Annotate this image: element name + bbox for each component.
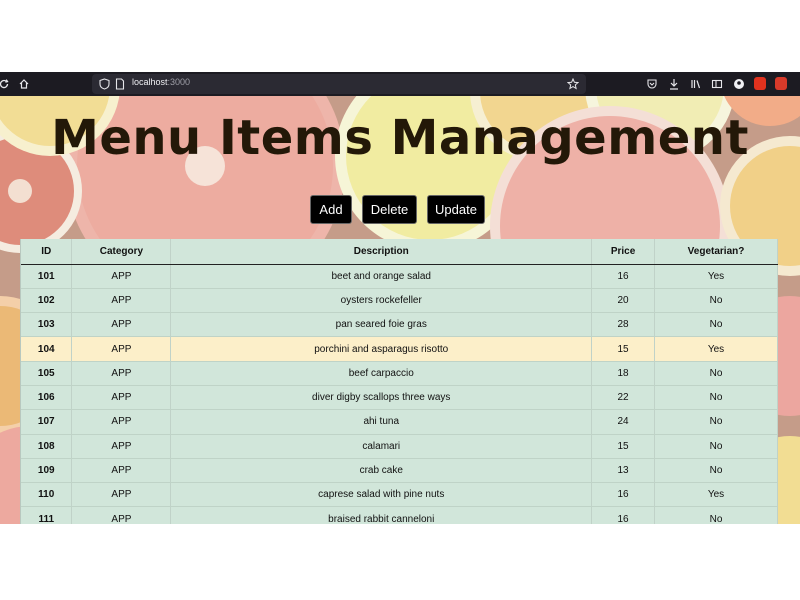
table-row[interactable]: 109 APP crab cake 13 No [21, 458, 778, 484]
header-description[interactable]: Description [170, 239, 593, 265]
table-row[interactable]: 104 APP porchini and asparagus risotto 15 Ye… [21, 336, 778, 362]
cell-price: 22 [591, 385, 656, 411]
home-icon[interactable] [16, 76, 32, 92]
cell-category: APP [71, 385, 172, 411]
cell-description: beef carpaccio [170, 361, 593, 386]
account-icon[interactable] [731, 76, 747, 92]
cell-vegetarian: Yes [654, 264, 778, 289]
cell-category: APP [71, 482, 172, 508]
cell-price: 16 [591, 264, 656, 289]
pocket-icon[interactable] [644, 76, 660, 92]
cell-category: APP [71, 312, 172, 338]
cell-vegetarian: No [654, 458, 778, 484]
cell-id: 103 [21, 312, 73, 338]
cell-price: 18 [591, 361, 656, 386]
cell-vegetarian: Yes [654, 336, 778, 362]
extension-icon[interactable] [754, 77, 766, 90]
table-row[interactable]: 108 APP calamari 15 No [21, 434, 778, 459]
downloads-icon[interactable] [666, 76, 682, 92]
cell-description: crab cake [170, 458, 593, 484]
table-row[interactable]: 107 APP ahi tuna 24 No [21, 409, 778, 435]
screenshot-frame: localhost:3000 Menu Items Management Add… [0, 72, 800, 524]
cell-description: beet and orange salad [170, 264, 593, 289]
cell-price: 24 [591, 409, 656, 435]
cell-id: 111 [21, 506, 73, 524]
shield-icon[interactable] [96, 76, 112, 92]
cell-category: APP [71, 458, 172, 484]
cell-category: APP [71, 288, 172, 314]
cell-category: APP [71, 434, 172, 459]
cell-id: 102 [21, 288, 73, 314]
menu-items-table: ID Category Description Price Vegetarian… [20, 239, 778, 524]
cell-vegetarian: No [654, 312, 778, 338]
cell-price: 16 [591, 482, 656, 508]
cell-id: 110 [21, 482, 73, 508]
table-row[interactable]: 105 APP beef carpaccio 18 No [21, 361, 778, 386]
table-header-row: ID Category Description Price Vegetarian… [21, 239, 778, 265]
cell-id: 108 [21, 434, 73, 459]
browser-toolbar: localhost:3000 [0, 72, 800, 96]
cell-category: APP [71, 409, 172, 435]
cell-description: ahi tuna [170, 409, 593, 435]
bookmark-star-icon[interactable] [565, 76, 581, 92]
cell-description: porchini and asparagus risotto [170, 336, 593, 362]
table-row[interactable]: 102 APP oysters rockefeller 20 No [21, 288, 778, 314]
table-row[interactable]: 101 APP beet and orange salad 16 Yes [21, 264, 778, 289]
header-price[interactable]: Price [591, 239, 656, 265]
cell-vegetarian: No [654, 385, 778, 411]
cell-description: calamari [170, 434, 593, 459]
header-vegetarian[interactable]: Vegetarian? [654, 239, 778, 265]
cell-category: APP [71, 264, 172, 289]
update-button[interactable]: Update [427, 195, 485, 224]
cell-id: 104 [21, 336, 73, 362]
cell-description: caprese salad with pine nuts [170, 482, 593, 508]
cell-category: APP [71, 506, 172, 524]
cell-id: 106 [21, 385, 73, 411]
delete-button[interactable]: Delete [362, 195, 417, 224]
cell-category: APP [71, 336, 172, 362]
table-row[interactable]: 103 APP pan seared foie gras 28 No [21, 312, 778, 338]
cell-vegetarian: No [654, 506, 778, 524]
cell-price: 13 [591, 458, 656, 484]
cell-vegetarian: No [654, 288, 778, 314]
library-icon[interactable] [688, 76, 704, 92]
cell-price: 28 [591, 312, 656, 338]
cell-description: braised rabbit canneloni [170, 506, 593, 524]
cell-vegetarian: No [654, 434, 778, 459]
cell-price: 15 [591, 434, 656, 459]
page-title: Menu Items Management [51, 110, 749, 166]
extension-icon-2[interactable] [775, 77, 787, 90]
sidebar-icon[interactable] [709, 76, 725, 92]
cell-vegetarian: Yes [654, 482, 778, 508]
cell-price: 15 [591, 336, 656, 362]
cell-id: 109 [21, 458, 73, 484]
reload-icon[interactable] [0, 76, 12, 92]
cell-price: 16 [591, 506, 656, 524]
page-icon [112, 76, 128, 92]
cell-price: 20 [591, 288, 656, 314]
cell-vegetarian: No [654, 409, 778, 435]
header-id[interactable]: ID [21, 239, 73, 265]
cell-id: 107 [21, 409, 73, 435]
table-row[interactable]: 111 APP braised rabbit canneloni 16 No [21, 506, 778, 524]
table-row[interactable]: 110 APP caprese salad with pine nuts 16 Yes [21, 482, 778, 508]
table-row[interactable]: 106 APP diver digby scallops three ways 22 N… [21, 385, 778, 411]
cell-vegetarian: No [654, 361, 778, 386]
cell-description: diver digby scallops three ways [170, 385, 593, 411]
cell-description: oysters rockefeller [170, 288, 593, 314]
cell-id: 105 [21, 361, 73, 386]
header-category[interactable]: Category [71, 239, 172, 265]
add-button[interactable]: Add [310, 195, 352, 224]
cell-category: APP [71, 361, 172, 386]
page-viewport: Menu Items Management Add Delete Update … [0, 96, 800, 524]
cell-id: 101 [21, 264, 73, 289]
cell-description: pan seared foie gras [170, 312, 593, 338]
url-text[interactable]: localhost:3000 [132, 77, 190, 87]
